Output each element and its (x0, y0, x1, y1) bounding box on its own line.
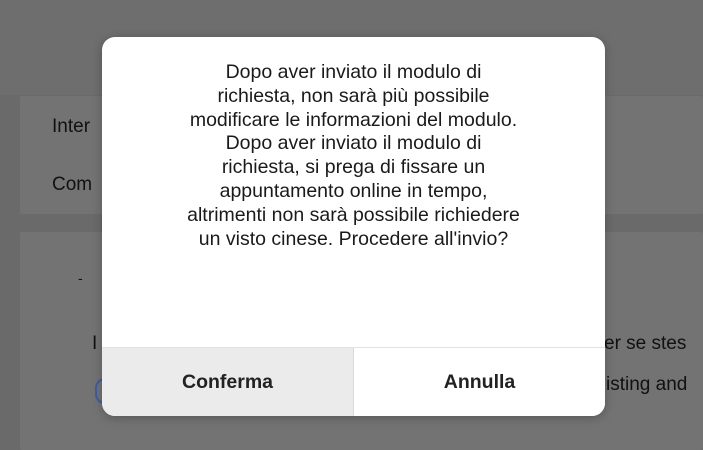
form-field-label-partial: Com (52, 174, 93, 195)
dialog-message: Dopo aver inviato il modulo di richiesta… (187, 61, 520, 250)
confirmation-dialog: Dopo aver inviato il modulo di richiesta… (102, 37, 605, 416)
form-option-text-partial: er se stes (604, 333, 687, 354)
form-field-label-partial: Inter (52, 116, 91, 137)
form-option-text-partial: isting and (606, 374, 688, 395)
form-option-label-partial: I (92, 333, 98, 354)
confirm-button[interactable]: Conferma (102, 348, 354, 416)
dialog-actions: Conferma Annulla (102, 347, 605, 416)
form-marker-partial: - (78, 270, 83, 286)
cancel-button[interactable]: Annulla (354, 348, 605, 416)
